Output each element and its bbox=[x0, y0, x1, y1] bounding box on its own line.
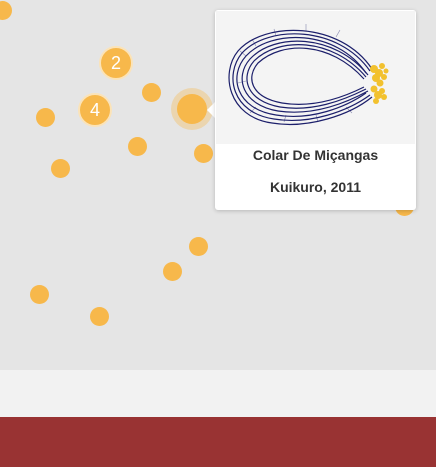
map-marker[interactable] bbox=[163, 262, 182, 281]
necklace-illustration bbox=[228, 24, 389, 125]
map-marker[interactable] bbox=[36, 108, 55, 127]
cluster-count: 2 bbox=[110, 52, 121, 73]
beaded-necklace-image[interactable] bbox=[216, 11, 415, 144]
selected-marker-core bbox=[177, 94, 207, 124]
popup-title: Colar De Miçangas bbox=[252, 147, 379, 163]
map-marker[interactable] bbox=[90, 307, 109, 326]
popup-subtitle: Kuikuro, 2011 bbox=[269, 179, 362, 195]
map-marker[interactable] bbox=[189, 237, 208, 256]
map-marker[interactable] bbox=[0, 1, 12, 20]
map-marker[interactable] bbox=[194, 144, 213, 163]
cluster-marker[interactable]: 2 bbox=[99, 46, 133, 80]
map-marker[interactable] bbox=[51, 159, 70, 178]
footer-band-red bbox=[0, 417, 436, 467]
map-marker[interactable] bbox=[142, 83, 161, 102]
map-area[interactable]: 2 4 Colar De Miçangas Kuikuro, 2011 bbox=[0, 0, 436, 370]
map-marker[interactable] bbox=[30, 285, 49, 304]
cluster-marker[interactable]: 4 bbox=[78, 93, 112, 127]
cluster-count: 4 bbox=[89, 99, 100, 120]
map-marker[interactable] bbox=[128, 137, 147, 156]
footer-band-light bbox=[0, 370, 436, 417]
item-popup[interactable]: Colar De Miçangas Kuikuro, 2011 bbox=[215, 10, 416, 210]
